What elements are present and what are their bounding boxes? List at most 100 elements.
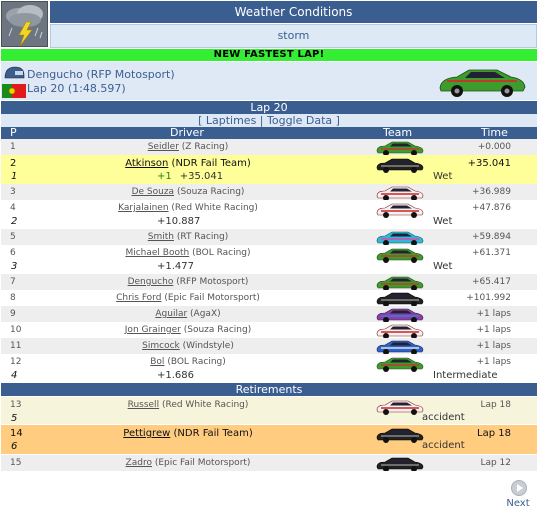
column-headers: P Driver Team Time bbox=[1, 127, 537, 139]
grid-position: 1 bbox=[11, 171, 18, 182]
position-cell: 9 bbox=[10, 309, 16, 319]
green-car-icon bbox=[375, 275, 425, 290]
time-cell: +1 laps bbox=[476, 325, 511, 335]
driver-cell: Karjalainen (Red White Racing) bbox=[81, 203, 295, 213]
black-car-icon bbox=[375, 456, 425, 471]
driver-link[interactable]: Dengucho bbox=[128, 277, 174, 287]
fastest-lap-panel: Dengucho (RFP Motosport) Lap 20 (1:48.59… bbox=[1, 62, 537, 100]
driver-cell: Zadro (Epic Fail Motorsport) bbox=[81, 458, 295, 468]
grid-position: 4 bbox=[11, 370, 18, 381]
driver-cell: Atkinson (NDR Fail Team) bbox=[81, 158, 295, 169]
driver-link[interactable]: Smith bbox=[148, 232, 174, 242]
team-name: (Souza Racing) bbox=[176, 187, 245, 197]
next-button[interactable]: Next bbox=[503, 480, 533, 510]
driver-link[interactable]: Atkinson bbox=[125, 158, 168, 169]
time-cell: +1 laps bbox=[476, 309, 511, 319]
position-cell: 15 bbox=[10, 458, 22, 468]
table-row: 3 De Souza (Souza Racing) +36.989 bbox=[1, 184, 537, 200]
team-name: (Epic Fail Motorsport) bbox=[164, 293, 260, 303]
gap-value: +10.887 bbox=[157, 216, 201, 227]
team-name: (AgaX) bbox=[190, 309, 221, 319]
driver-link[interactable]: Jon Grainger bbox=[125, 325, 181, 335]
blue-car-icon bbox=[375, 339, 425, 354]
position-cell: 6 bbox=[10, 248, 16, 258]
laptimes-link[interactable]: Laptimes bbox=[206, 114, 256, 127]
table-row: 6 Michael Booth (BOL Racing) +61.371 3 +1.47… bbox=[1, 245, 537, 274]
position-cell: 2 bbox=[10, 158, 17, 169]
grid-position: 5 bbox=[11, 413, 18, 424]
table-row: 10 Jon Grainger (Souza Racing) +1 laps bbox=[1, 322, 537, 338]
table-row: 13 Russell (Red White Racing) Lap 18 5 accid… bbox=[1, 397, 537, 424]
green-car-icon bbox=[375, 247, 425, 263]
time-cell: +101.992 bbox=[466, 293, 511, 303]
position-change: +1 bbox=[157, 171, 172, 182]
position-cell: 11 bbox=[10, 341, 22, 351]
position-cell: 14 bbox=[10, 428, 23, 439]
position-cell: 4 bbox=[10, 203, 16, 213]
time-cell: Lap 12 bbox=[480, 458, 511, 468]
table-row: 14 Pettigrew (NDR Fail Team) Lap 18 6 accide… bbox=[1, 425, 537, 454]
time-cell: +1 laps bbox=[476, 357, 511, 367]
weather-title: Weather Conditions bbox=[50, 1, 537, 23]
table-row: 7 Dengucho (RFP Motosport) +65.417 bbox=[1, 274, 537, 290]
col-driver: Driver bbox=[170, 126, 204, 139]
gap-value: +1.477 bbox=[157, 261, 195, 272]
position-cell: 13 bbox=[10, 400, 22, 410]
time-cell: +0.000 bbox=[477, 142, 511, 152]
driver-link[interactable]: Michael Booth bbox=[125, 248, 189, 258]
driver-cell: Smith (RT Racing) bbox=[81, 232, 295, 242]
team-name: (NDR Fail Team) bbox=[173, 428, 253, 439]
driver-link[interactable]: Pettigrew bbox=[123, 428, 170, 439]
driver-link[interactable]: Bol bbox=[150, 357, 164, 367]
red-white-car-icon bbox=[375, 202, 425, 218]
team-name: (Red White Racing) bbox=[161, 400, 249, 410]
team-name: (Z Racing) bbox=[181, 142, 229, 152]
weather-value: storm bbox=[50, 24, 537, 48]
driver-cell: Seidler (Z Racing) bbox=[81, 142, 295, 152]
retirements-header: Retirements bbox=[1, 383, 537, 396]
table-row: 11 Simcock (Windstyle) +1 laps bbox=[1, 338, 537, 354]
driver-link[interactable]: Zadro bbox=[126, 458, 152, 468]
driver-cell: Pettigrew (NDR Fail Team) bbox=[81, 428, 295, 439]
grid-position: 6 bbox=[11, 441, 18, 452]
team-name: (BOL Racing) bbox=[167, 357, 226, 367]
time-cell: +61.371 bbox=[471, 248, 511, 258]
green-car-icon bbox=[437, 66, 527, 98]
driver-link[interactable]: De Souza bbox=[132, 187, 175, 197]
table-row: 8 Chris Ford (Epic Fail Motorsport) +101.9… bbox=[1, 290, 537, 306]
driver-cell: Dengucho (RFP Motosport) bbox=[81, 277, 295, 287]
red-white-car-icon bbox=[375, 399, 425, 415]
bracket-close: ] bbox=[332, 114, 340, 127]
gap-ahead: +1.686 bbox=[157, 370, 194, 381]
col-team: Team bbox=[383, 126, 413, 139]
gap-ahead: +10.887 bbox=[157, 216, 200, 227]
helmet-icon bbox=[3, 66, 25, 80]
team-name: (RFP Motosport) bbox=[176, 277, 249, 287]
time-cell: +35.041 bbox=[467, 158, 511, 169]
driver-link[interactable]: Chris Ford bbox=[116, 293, 161, 303]
time-cell: +36.989 bbox=[471, 187, 511, 197]
team-name: (BOL Racing) bbox=[192, 248, 251, 258]
portugal-flag-icon bbox=[2, 84, 26, 98]
team-name: (NDR Fail Team) bbox=[171, 158, 251, 169]
link-separator: | bbox=[256, 114, 267, 127]
driver-cell: De Souza (Souza Racing) bbox=[81, 187, 295, 197]
table-row: 5 Smith (RT Racing) +59.894 bbox=[1, 229, 537, 245]
driver-link[interactable]: Karjalainen bbox=[118, 203, 168, 213]
driver-link[interactable]: Simcock bbox=[142, 341, 180, 351]
fastest-lap-banner: NEW FASTEST LAP! bbox=[1, 49, 537, 61]
black-car-icon bbox=[375, 157, 425, 173]
storm-icon bbox=[1, 1, 48, 47]
toggle-data-link[interactable]: Toggle Data bbox=[267, 114, 332, 127]
team-name: (Red White Racing) bbox=[171, 203, 258, 213]
driver-cell: Russell (Red White Racing) bbox=[81, 400, 295, 410]
driver-link[interactable]: Aguilar bbox=[155, 309, 187, 319]
position-cell: 3 bbox=[10, 187, 16, 197]
time-cell: Lap 18 bbox=[477, 428, 511, 439]
fastest-lap-time: Lap 20 (1:48.597) bbox=[27, 82, 126, 95]
driver-link[interactable]: Russell bbox=[128, 400, 159, 410]
table-row: 15 Zadro (Epic Fail Motorsport) Lap 12 bbox=[1, 455, 537, 471]
driver-link[interactable]: Seidler bbox=[148, 142, 179, 152]
cyan-car-icon bbox=[375, 230, 425, 245]
table-row: 1 Seidler (Z Racing) +0.000 bbox=[1, 139, 537, 155]
